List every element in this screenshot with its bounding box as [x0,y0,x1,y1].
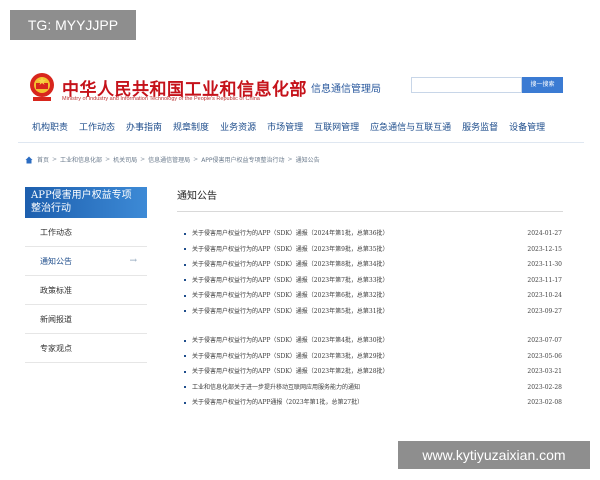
page-title: 通知公告 [177,191,217,202]
sidebar-item-work-news[interactable]: 工作动态 [25,218,147,247]
notice-date: 2023-03-21 [527,368,562,375]
breadcrumb-home[interactable]: 首页 [37,155,49,164]
notice-date: 2023-02-08 [527,399,562,406]
list-item[interactable]: 关于侵害用户权益行为的APP（SDK）通报（2023年第8批，总第34批） 202… [184,257,562,273]
list-item[interactable]: 关于侵害用户权益行为的APP（SDK）通报（2023年第2批，总第28批） 202… [184,364,562,380]
notice-date: 2023-11-30 [527,261,562,268]
notice-date: 2023-02-28 [527,383,562,391]
breadcrumb: 首页 > 工业和信息化部 > 机关司局 > 信息通信管理局 > APP侵害用户权… [25,155,320,164]
notice-link[interactable]: 关于侵害用户权益行为的APP（SDK）通报（2023年第4批，总第30批） [192,333,389,349]
notice-list-1: 关于侵害用户权益行为的APP（SDK）通报（2024年第1批，总第36批） 202… [184,226,562,319]
watermark-top: TG: MYYJJPP [10,10,136,40]
main-nav: 机构职责 工作动态 办事指南 规章制度 业务资源 市场管理 互联网管理 应急通信… [32,120,556,133]
bullet-icon [184,401,186,404]
sidebar-banner[interactable]: APP侵害用户权益专项整治行动 [25,187,147,218]
bullet-icon [184,294,186,297]
home-icon [25,156,33,163]
notice-date: 2023-07-07 [527,337,562,344]
nav-item-shichang[interactable]: 市场管理 [267,120,303,133]
notice-date: 2023-09-27 [527,307,562,315]
bullet-icon [184,279,186,281]
bullet-icon [184,370,186,373]
bullet-icon [184,248,186,250]
notice-link[interactable]: 工业和信息化部关于进一步提升移动互联网应用服务能力的通知 [192,380,360,396]
title-divider [177,211,563,212]
breadcrumb-ministry[interactable]: 工业和信息化部 [60,155,102,164]
sidebar-item-label: 工作动态 [40,228,72,237]
nav-item-guizhang[interactable]: 规章制度 [173,120,209,133]
notice-link[interactable]: 关于侵害用户权益行为的APP（SDK）通报（2023年第5批，总第31批） [192,304,389,320]
national-emblem-icon [30,73,54,101]
notice-link[interactable]: 关于侵害用户权益行为的APP（SDK）通报（2023年第9批，总第35批） [192,242,389,258]
sidebar-item-notices[interactable]: 通知公告 → [25,247,147,276]
sidebar-item-label: 新闻报道 [40,315,72,324]
breadcrumb-departments[interactable]: 机关司局 [113,155,137,164]
bullet-icon [184,263,186,266]
breadcrumb-separator: > [140,156,146,163]
arrow-right-icon: → [129,256,137,266]
list-item[interactable]: 关于侵害用户权益行为的APP（SDK）通报（2023年第7批，总第33批） 202… [184,273,562,289]
notice-date: 2024-01-27 [527,230,562,237]
notice-link[interactable]: 关于侵害用户权益行为的APP通报（2023年第1批，总第27批） [192,395,363,411]
notice-link[interactable]: 关于侵害用户权益行为的APP（SDK）通报（2023年第6批，总第32批） [192,288,389,304]
notice-link[interactable]: 关于侵害用户权益行为的APP（SDK）通报（2024年第1批，总第36批） [192,226,389,242]
sidebar-item-label: 专家观点 [40,344,72,353]
notice-link[interactable]: 关于侵害用户权益行为的APP（SDK）通报（2023年第3批，总第29批） [192,349,389,365]
sidebar-menu: 工作动态 通知公告 → 政策标准 新闻报道 专家观点 [25,218,147,363]
nav-item-yingji[interactable]: 应急通信与互联互通 [370,120,451,133]
bullet-icon [184,310,186,312]
watermark-bottom: www.kytiyuzaixian.com [398,441,590,469]
notice-link[interactable]: 关于侵害用户权益行为的APP（SDK）通报（2023年第7批，总第33批） [192,273,389,289]
list-item[interactable]: 关于侵害用户权益行为的APP（SDK）通报（2023年第3批，总第29批） 202… [184,349,562,365]
nav-item-shebei[interactable]: 设备管理 [509,120,545,133]
notice-list-2: 关于侵害用户权益行为的APP（SDK）通报（2023年第4批，总第30批） 202… [184,333,562,411]
sidebar-item-policy[interactable]: 政策标准 [25,276,147,305]
list-item[interactable]: 关于侵害用户权益行为的APP（SDK）通报（2023年第9批，总第35批） 202… [184,242,562,258]
notice-date: 2023-12-15 [527,245,562,253]
nav-item-hulianwang[interactable]: 互联网管理 [314,120,359,133]
bullet-icon [184,232,186,235]
site-name: 信息通信管理局 [311,84,381,95]
nav-item-banshi[interactable]: 办事指南 [126,120,162,133]
list-item[interactable]: 关于侵害用户权益行为的APP（SDK）通报（2023年第4批，总第30批） 202… [184,333,562,349]
breadcrumb-campaign[interactable]: APP侵害用户权益专项整治行动 [201,155,284,164]
sidebar-item-label: 政策标准 [40,286,72,295]
notice-link[interactable]: 关于侵害用户权益行为的APP（SDK）通报（2023年第2批，总第28批） [192,364,389,380]
search-input[interactable] [411,77,522,93]
nav-item-dongtai[interactable]: 工作动态 [79,120,115,133]
bullet-icon [184,339,186,342]
notice-date: 2023-05-06 [527,352,562,360]
list-item[interactable]: 关于侵害用户权益行为的APP通报（2023年第1批，总第27批） 2023-02-… [184,395,562,411]
bullet-icon [184,355,186,357]
nav-item-ziyuan[interactable]: 业务资源 [220,120,256,133]
breadcrumb-bureau[interactable]: 信息通信管理局 [148,155,190,164]
sidebar-item-label: 通知公告 [40,257,72,266]
breadcrumb-separator: > [193,156,199,163]
list-item[interactable]: 关于侵害用户权益行为的APP（SDK）通报（2024年第1批，总第36批） 202… [184,226,562,242]
breadcrumb-separator: > [287,156,293,163]
bullet-icon [184,386,186,388]
nav-item-fuwu[interactable]: 服务监督 [462,120,498,133]
nav-divider [18,142,584,143]
breadcrumb-separator: > [52,156,58,163]
list-item[interactable]: 关于侵害用户权益行为的APP（SDK）通报（2023年第6批，总第32批） 202… [184,288,562,304]
notice-date: 2023-11-17 [527,276,562,284]
list-item[interactable]: 工业和信息化部关于进一步提升移动互联网应用服务能力的通知 2023-02-28 [184,380,562,396]
ministry-subtitle: Ministry of Industry and Information Tec… [62,96,260,102]
notice-link[interactable]: 关于侵害用户权益行为的APP（SDK）通报（2023年第8批，总第34批） [192,257,389,273]
sidebar-item-news[interactable]: 新闻报道 [25,305,147,334]
list-item[interactable]: 关于侵害用户权益行为的APP（SDK）通报（2023年第5批，总第31批） 202… [184,304,562,320]
breadcrumb-current: 通知公告 [295,157,320,164]
breadcrumb-separator: > [105,156,111,163]
sidebar-item-expert[interactable]: 专家观点 [25,334,147,363]
notice-date: 2023-10-24 [527,292,562,299]
search-button[interactable]: 搜一搜索 [522,77,563,93]
nav-item-jigou[interactable]: 机构职责 [32,120,68,133]
